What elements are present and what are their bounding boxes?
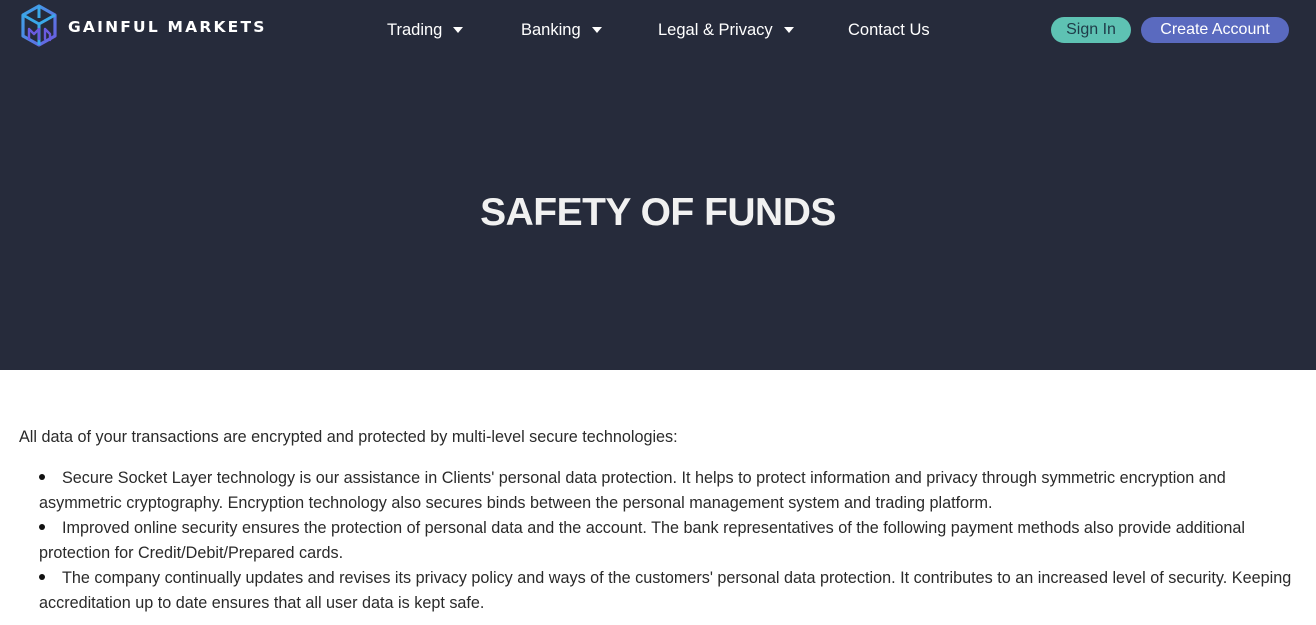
nav-trading-label: Trading (387, 20, 443, 39)
main-content: All data of your transactions are encryp… (19, 426, 1299, 616)
bullet-text: Improved online security ensures the pro… (39, 519, 1246, 562)
nav-contact-us-link[interactable]: Contact Us (848, 18, 930, 42)
bullet-text: The company continually updates and revi… (39, 569, 1292, 612)
intro-text: All data of your transactions are encryp… (19, 428, 678, 446)
security-bullet-list: Secure Socket Layer technology is our as… (19, 466, 1299, 616)
sign-in-button[interactable]: Sign In (1051, 17, 1131, 43)
cube-logo-icon (21, 4, 57, 47)
create-account-button[interactable]: Create Account (1141, 17, 1289, 43)
page-title: SAFETY OF FUNDS (480, 191, 836, 234)
list-item: Secure Socket Layer technology is our as… (19, 466, 1299, 516)
list-item: Improved online security ensures the pro… (19, 516, 1299, 566)
list-item: The company continually updates and revi… (19, 566, 1299, 616)
bullet-icon (39, 473, 45, 480)
bullet-icon (39, 523, 45, 530)
nav-legal-privacy-label: Legal & Privacy (658, 20, 773, 39)
caret-down-icon (453, 27, 464, 33)
brand-home-link[interactable]: GAINFUL MARKETS (20, 4, 267, 50)
nav-banking-dropdown[interactable]: Banking (521, 18, 602, 42)
caret-down-icon (783, 27, 794, 33)
nav-trading-dropdown[interactable]: Trading (387, 18, 464, 42)
caret-down-icon (591, 27, 602, 33)
top-navbar: GAINFUL MARKETS Trading Banking Legal & … (0, 0, 1316, 60)
nav-legal-privacy-dropdown[interactable]: Legal & Privacy (658, 18, 794, 42)
nav-banking-label: Banking (521, 20, 581, 39)
bullet-icon (39, 573, 45, 580)
nav-contact-us-label: Contact Us (848, 20, 930, 39)
hero-banner: GAINFUL MARKETS Trading Banking Legal & … (0, 0, 1316, 370)
bullet-text: Secure Socket Layer technology is our as… (39, 469, 1226, 512)
brand-name: GAINFUL MARKETS (68, 18, 267, 36)
